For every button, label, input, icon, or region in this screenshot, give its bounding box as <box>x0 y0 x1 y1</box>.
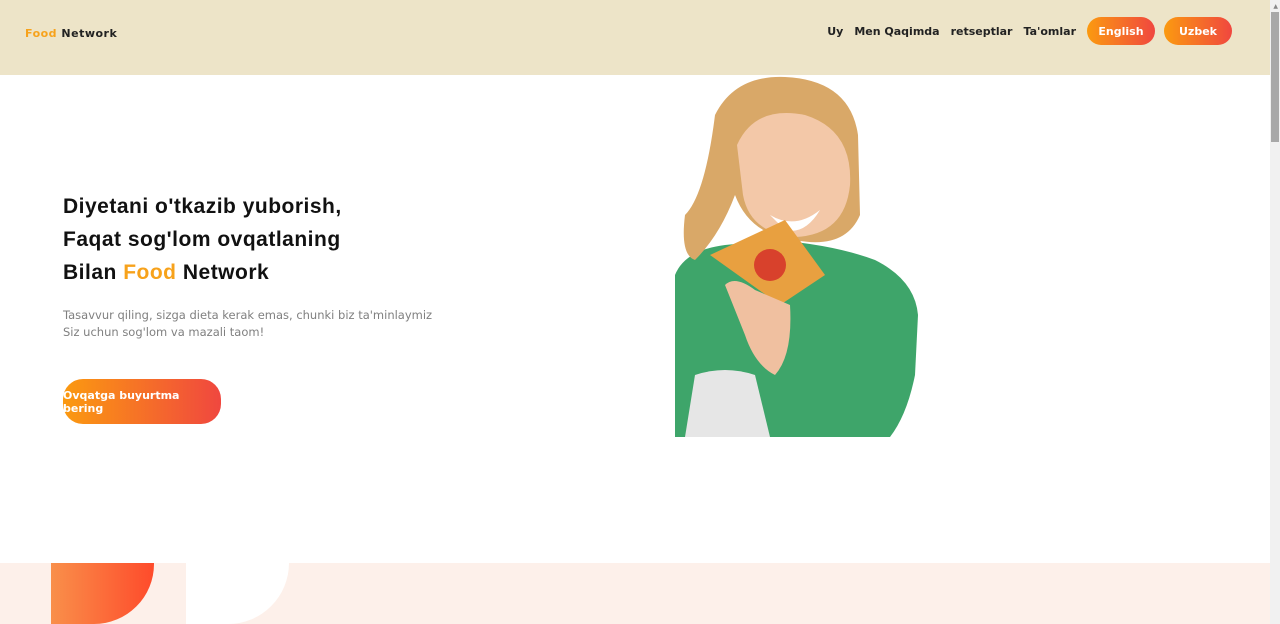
decorative-orange-shape <box>51 563 154 624</box>
scroll-up-arrow-icon[interactable]: ▲ <box>1273 3 1278 10</box>
english-button[interactable]: English <box>1087 17 1155 45</box>
nav: Uy Men Qaqimda retseptlar Ta'omlar Engli… <box>827 17 1232 45</box>
order-food-button[interactable]: Ovqatga buyurtma bering <box>63 379 221 424</box>
decorative-white-shape <box>186 563 289 624</box>
logo-network: Network <box>61 27 118 40</box>
hero-line-2: Faqat sog'lom ovqatlaning <box>63 228 341 251</box>
subtitle-line-2: Siz uchun sog'lom va mazali taom! <box>63 325 265 339</box>
woman-eating-pizza-image <box>675 76 918 437</box>
hero-title: Diyetani o'tkazib yuborish, Faqat sog'lo… <box>63 190 342 289</box>
uzbek-button[interactable]: Uzbek <box>1164 17 1232 45</box>
nav-meals[interactable]: Ta'omlar <box>1023 25 1076 38</box>
scrollbar[interactable]: ▲ <box>1270 0 1280 624</box>
nav-home[interactable]: Uy <box>827 25 843 38</box>
hero-subtitle: Tasavvur qiling, sizga dieta kerak emas,… <box>63 307 432 341</box>
nav-about[interactable]: Men Qaqimda <box>854 25 939 38</box>
hero-line-3-pre: Bilan <box>63 261 117 284</box>
logo[interactable]: Food Network <box>25 27 117 40</box>
hero-line-3-post: Network <box>182 261 270 284</box>
hero-highlight: Food <box>123 261 177 284</box>
subtitle-line-1: Tasavvur qiling, sizga dieta kerak emas,… <box>63 308 433 322</box>
header: Food Network Uy Men Qaqimda retseptlar T… <box>0 0 1270 75</box>
nav-recipes[interactable]: retseptlar <box>951 25 1013 38</box>
next-section <box>0 563 1270 624</box>
hero-line-3: Bilan Food Network <box>63 256 342 289</box>
logo-food: Food <box>25 27 58 40</box>
hero-line-1: Diyetani o'tkazib yuborish, <box>63 195 342 218</box>
scrollbar-thumb[interactable] <box>1271 12 1279 142</box>
